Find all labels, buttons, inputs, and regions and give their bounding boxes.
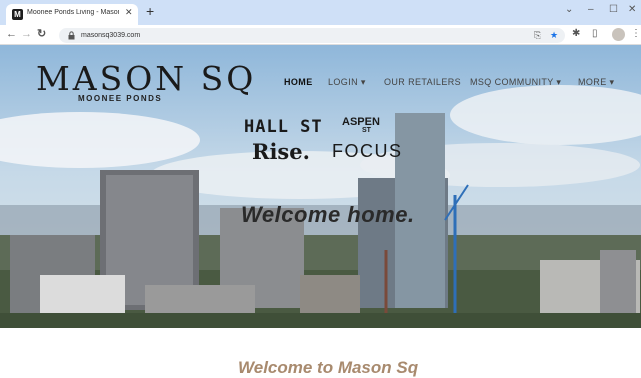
- site-logo[interactable]: MASON SQ: [36, 59, 256, 98]
- tab-search-chevron-icon[interactable]: ⌄: [565, 4, 573, 15]
- address-bar[interactable]: masonsq3039.com ⎘ ★: [59, 28, 565, 43]
- tab-close-icon[interactable]: ✕: [125, 7, 133, 18]
- intro-section: Welcome to Mason Sq: [0, 328, 641, 378]
- page-viewport: MASON SQ MOONEE PONDS HOME LOGIN ▾ OUR R…: [0, 45, 641, 378]
- brand-hall-st: HALL ST: [244, 117, 323, 137]
- tab-active[interactable]: M Moonee Ponds Living - Mason Sq ✕: [6, 4, 138, 25]
- browser-menu-icon[interactable]: ⋮: [631, 28, 641, 40]
- site-logo-subtitle: MOONEE PONDS: [78, 94, 163, 103]
- nav-home[interactable]: HOME: [284, 77, 313, 87]
- minimize-button[interactable]: –: [588, 4, 594, 15]
- back-button[interactable]: ←: [6, 28, 17, 40]
- maximize-button[interactable]: ☐: [609, 4, 618, 15]
- nav-our-retailers[interactable]: OUR RETAILERS: [384, 77, 461, 87]
- nav-msq-community[interactable]: MSQ COMMUNITY ▾: [470, 77, 561, 88]
- nav-login[interactable]: LOGIN ▾: [328, 77, 366, 88]
- site-favicon-icon: M: [12, 9, 23, 20]
- tab-title: Moonee Ponds Living - Mason Sq: [27, 9, 119, 16]
- hero-section: MASON SQ MOONEE PONDS HOME LOGIN ▾ OUR R…: [0, 45, 641, 328]
- hero-welcome-text: Welcome home.: [241, 202, 415, 227]
- brand-focus: FOCUS: [332, 141, 403, 161]
- browser-window: M Moonee Ponds Living - Mason Sq ✕ + ⌄ –…: [0, 0, 641, 378]
- browser-toolbar: ← → ↻ masonsq3039.com ⎘ ★ ✱ ▯ ⋮: [0, 25, 641, 45]
- side-panel-icon[interactable]: ▯: [592, 28, 598, 40]
- new-tab-button[interactable]: +: [146, 4, 154, 18]
- forward-button[interactable]: →: [21, 28, 32, 40]
- brand-rise: Rise.: [252, 139, 310, 164]
- nav-more[interactable]: MORE ▾: [578, 77, 614, 88]
- profile-avatar[interactable]: [612, 28, 625, 41]
- extensions-icon[interactable]: ✱: [572, 28, 580, 40]
- close-window-button[interactable]: ✕: [628, 4, 636, 15]
- bookmark-star-icon[interactable]: ★: [550, 29, 558, 41]
- url-text[interactable]: masonsq3039.com: [81, 30, 140, 41]
- section-title: Welcome to Mason Sq: [238, 358, 419, 377]
- reload-button[interactable]: ↻: [37, 28, 46, 40]
- brand-aspen: ASPEN: [342, 116, 380, 128]
- brand-aspen-st: ST: [362, 127, 371, 134]
- tab-strip: M Moonee Ponds Living - Mason Sq ✕ + ⌄ –…: [0, 0, 641, 25]
- share-icon[interactable]: ⎘: [534, 29, 541, 41]
- lock-icon[interactable]: [68, 31, 75, 40]
